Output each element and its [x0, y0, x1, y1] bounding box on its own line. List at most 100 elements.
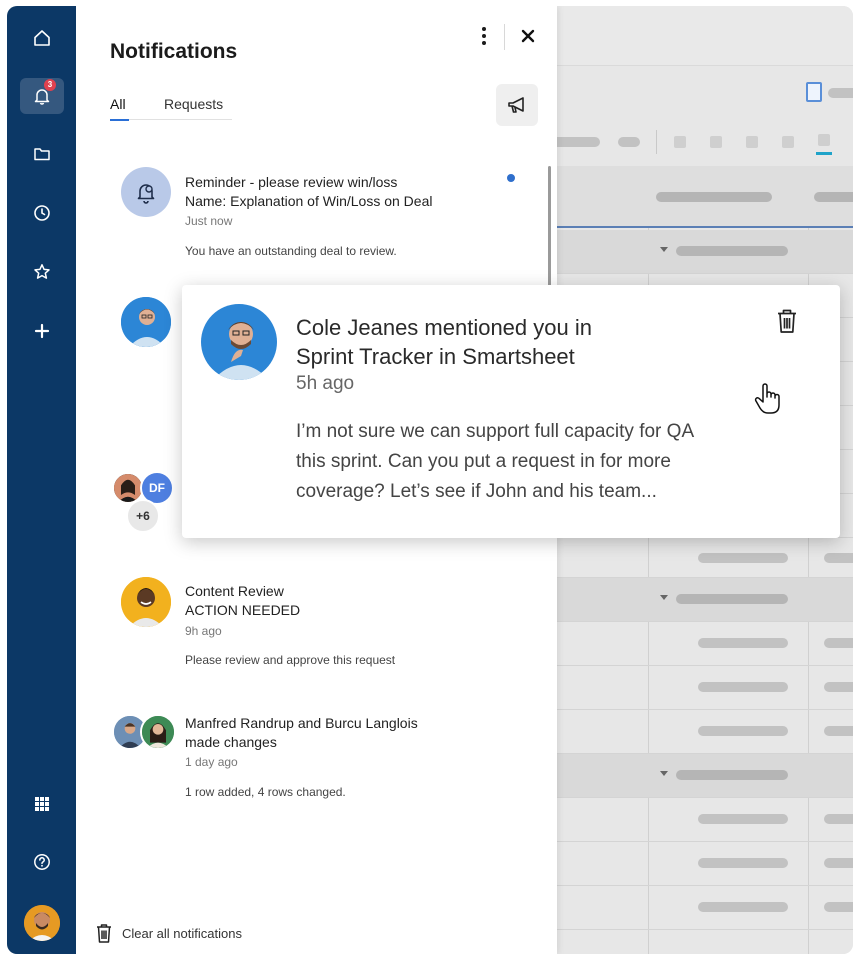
toolbar-pill: [618, 137, 640, 147]
nav-help-button[interactable]: [20, 844, 64, 880]
reminder-avatar: [121, 167, 171, 217]
sheet-row: [552, 798, 853, 842]
trash-icon: [97, 924, 111, 943]
active-tab-indicator: [110, 119, 129, 121]
row-pill: [698, 858, 788, 868]
unread-indicator: [507, 174, 515, 182]
row-pill: [698, 682, 788, 692]
mention-hover-card[interactable]: Cole Jeanes mentioned you in Sprint Trac…: [182, 285, 840, 538]
more-options-button[interactable]: [476, 24, 492, 48]
row-pill: [676, 770, 788, 780]
notification-time: 9h ago: [185, 624, 222, 638]
notification-time: 1 day ago: [185, 755, 238, 769]
grid-icon: [35, 797, 49, 811]
row-pill: [676, 594, 788, 604]
announcements-button[interactable]: [496, 84, 538, 126]
nav-create-button[interactable]: [20, 313, 64, 349]
folder-icon: [34, 148, 50, 161]
content-review-avatar-image: [121, 577, 171, 627]
user-avatar-image: [24, 905, 60, 941]
toolbar-square: [710, 136, 722, 148]
cole-avatar: [201, 304, 277, 380]
toolbar-divider: [656, 130, 657, 154]
delete-notification-button[interactable]: [774, 307, 800, 335]
sheet-column-header: [552, 166, 853, 228]
sheet-header: [552, 6, 853, 66]
toolbar-square: [674, 136, 686, 148]
close-button[interactable]: [516, 24, 540, 48]
hover-card-title: Cole Jeanes mentioned you in Sprint Trac…: [296, 313, 696, 371]
notification-title-line: Reminder - please review win/loss: [185, 174, 398, 190]
row-pill: [698, 814, 788, 824]
close-icon: [521, 29, 535, 43]
toolbar-square: [782, 136, 794, 148]
sheet-row: [552, 886, 853, 930]
sheet-toolbar: [552, 124, 853, 164]
sheet-toolbar-pill: [828, 88, 853, 98]
sheet-row-parent: [552, 578, 853, 622]
tab-bar-divider: [129, 119, 232, 120]
hover-card-title-line: Sprint Tracker in Smartsheet: [296, 344, 575, 369]
trash-icon: [778, 309, 796, 333]
reminder-bell-icon: [137, 184, 155, 204]
row-pill: [824, 814, 853, 824]
burcu-avatar-image: [142, 716, 174, 748]
tab-requests[interactable]: Requests: [164, 96, 223, 112]
nav-recents-button[interactable]: [20, 195, 64, 231]
column-header-pill: [814, 192, 853, 202]
row-pill: [824, 902, 853, 912]
more-members-count: +6: [126, 499, 160, 533]
column-header-pill: [656, 192, 772, 202]
sheet-row: [552, 666, 853, 710]
user-avatar[interactable]: [24, 905, 60, 941]
sheet-file-icon: [806, 82, 822, 102]
row-pill: [824, 682, 853, 692]
cole-avatar-image: [201, 304, 277, 380]
sheet-row: [552, 842, 853, 886]
toolbar-square: [818, 134, 830, 146]
toolbar-pill: [552, 137, 600, 147]
row-pill: [698, 638, 788, 648]
row-pill: [824, 858, 853, 868]
toolbar-active-indicator: [816, 152, 832, 155]
panel-title: Notifications: [110, 40, 238, 63]
sheet-row: [552, 710, 853, 754]
row-pill: [698, 726, 788, 736]
expand-arrow-icon: [660, 247, 668, 252]
clear-all-label: Clear all notifications: [122, 925, 242, 941]
notification-body: Please review and approve this request: [185, 653, 396, 667]
expand-arrow-icon: [660, 771, 668, 776]
notification-title-line: made changes: [185, 734, 277, 750]
row-pill: [698, 902, 788, 912]
sheet-row: [552, 622, 853, 666]
hover-card-body-line: this sprint. Can you put a request in fo…: [296, 451, 671, 472]
hand-cursor-image: [754, 383, 780, 414]
nav-browse-button[interactable]: [20, 136, 64, 172]
notification-title-line: Manfred Randrup and Burcu Langlois: [185, 715, 418, 731]
hand-cursor-icon: [754, 383, 782, 415]
notification-title: Reminder - please review win/loss Name: …: [185, 173, 495, 211]
burcu-avatar: [140, 714, 176, 750]
star-icon: [34, 264, 50, 279]
nav-notifications-button[interactable]: 3: [20, 78, 64, 114]
cole-avatar-small: [121, 297, 171, 347]
expand-arrow-icon: [660, 595, 668, 600]
cole-avatar-small-image: [121, 297, 171, 347]
clock-icon: [34, 205, 50, 221]
nav-favorites-button[interactable]: [20, 254, 64, 290]
clear-all-button[interactable]: Clear all notifications: [94, 922, 242, 944]
toolbar-square: [746, 136, 758, 148]
notification-title-line: ACTION NEEDED: [185, 602, 301, 618]
hover-card-title-line: Cole Jeanes mentioned you in: [296, 315, 592, 340]
notification-body: You have an outstanding deal to review.: [185, 244, 397, 258]
row-pill: [698, 553, 788, 563]
member-avatar-image: [114, 474, 142, 502]
sheet-row-parent: [552, 230, 853, 274]
tab-all[interactable]: All: [110, 96, 126, 112]
content-review-avatar: [121, 577, 171, 627]
hover-card-body-line: I’m not sure we can support full capacit…: [296, 421, 695, 442]
row-pill: [824, 726, 853, 736]
nav-launcher-button[interactable]: [20, 786, 64, 822]
nav-home-button[interactable]: [20, 20, 64, 56]
left-nav-rail: 3: [7, 6, 76, 954]
